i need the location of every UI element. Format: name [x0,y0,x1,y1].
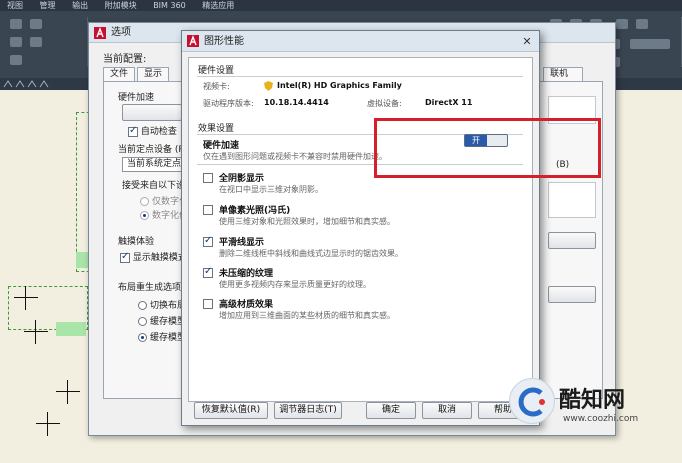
toolbar-icons[interactable] [2,79,82,89]
effect-checkbox[interactable] [203,266,213,278]
options-title: 选项 [111,27,131,38]
driver-label: 驱动程序版本: [203,99,254,108]
touch-mode-option[interactable]: 显示触摸模式 [120,250,187,263]
effect-desc: 删除二维线框中斜线和曲线式边显示时的锯齿效果。 [219,249,403,258]
menu-bar: 视图 管理 输出 附加模块 BIM 360 精选应用 [0,0,682,11]
autocad-logo-icon [94,27,106,39]
effect-checkbox[interactable] [203,235,213,247]
autocad-logo-icon [187,35,199,47]
watermark-logo [509,378,555,424]
ribbon-tool-icon[interactable] [10,37,22,47]
menu-item-featured[interactable]: 精选应用 [202,1,234,10]
graphics-performance-dialog: 图形性能 ✕ 硬件设置 视频卡: Intel(R) HD Graphics Fa… [181,30,540,426]
auto-check-option[interactable]: 自动检查 [128,124,177,137]
menu-item-manage[interactable]: 管理 [40,1,56,10]
effects-header: 效果设置 [198,124,235,134]
driver-value: 10.18.14.4414 [264,98,329,107]
effect-checkbox[interactable] [203,299,213,309]
divider [197,76,523,77]
virtual-device-value: DirectX 11 [425,98,473,107]
graphics-performance-button[interactable] [122,104,182,121]
virtual-device-label: 虚拟设备: [367,99,402,108]
shield-icon [264,81,273,91]
menu-item-view[interactable]: 视图 [7,1,23,10]
touch-mode-label: 显示触摸模式 [132,253,187,263]
effect-title: 高级材质效果 [219,300,274,310]
effect-checkbox[interactable] [203,173,213,183]
tab-online[interactable]: 联机 [543,67,583,81]
cancel-button[interactable]: 取消 [422,402,472,419]
touch-mode-checkbox[interactable] [120,251,130,263]
hw-accel-title: 硬件加速 [203,141,240,151]
menu-item-addins[interactable]: 附加模块 [105,1,137,10]
effect-desc: 在视口中显示三维对象阴影。 [219,185,323,194]
hw-accel-desc: 仅在遇到图形问题或视频卡不兼容时禁用硬件加速。 [203,152,387,161]
watermark-c-icon [518,387,545,417]
effect-desc: 使用更多视频内存来显示质量更好的纹理。 [219,280,371,289]
ok-button[interactable]: 确定 [366,402,416,419]
auto-check-label: 自动检查 [140,127,177,137]
crosshair-marker [24,320,48,344]
radio-cache-model[interactable]: 缓存模型 [138,314,186,327]
ribbon-tool-icon[interactable] [30,19,42,29]
ribbon-tool-icon[interactable] [616,19,628,29]
touch-group-label: 触摸体验 [118,237,155,247]
effect-checkbox[interactable] [203,205,213,215]
radio-cache-all-button[interactable] [138,333,147,342]
layout-regen-label: 布局重生成选项 [118,283,182,293]
ribbon-tool-icon[interactable] [10,19,22,29]
profile-label: 当前配置: [103,54,147,65]
crosshair-marker [36,412,60,436]
watermark-brand: 酷知网 [559,388,626,413]
effect-title: 平滑线显示 [219,238,265,248]
gp-titlebar[interactable]: 图形性能 ✕ [182,31,539,52]
radio-digitizer-mouse-button[interactable] [140,211,149,220]
ribbon-tool-icon[interactable] [636,19,648,29]
gp-title: 图形性能 [204,36,244,47]
menu-item-bim360[interactable]: BIM 360 [153,1,186,10]
pointing-device-dropdown[interactable]: 当前系统定点设 [122,157,186,172]
effect-desc: 使用三维对象和光照效果时，增加细节和真实感。 [219,217,395,226]
close-icon[interactable]: ✕ [521,36,533,48]
crosshair-marker [56,380,80,404]
right-panel-box [548,182,596,218]
selected-object-fill [56,322,86,336]
effect-title: 未压缩的纹理 [219,269,274,279]
radio-cache-all[interactable]: 缓存模型 [138,330,186,343]
hw-settings-header: 硬件设置 [198,66,235,76]
radio-digitizer-only-button[interactable] [140,197,149,206]
menu-item-output[interactable]: 输出 [72,1,88,10]
gp-content: 硬件设置 视频卡: Intel(R) HD Graphics Family 驱动… [188,57,533,402]
watermark-url: www.coozhi.com [563,414,639,424]
radio-switch-layout-button[interactable] [138,301,147,310]
video-card-value: Intel(R) HD Graphics Family [277,81,402,90]
ribbon-tool-icon[interactable] [30,37,42,47]
accept-input-label: 接受来自以下设 [122,181,186,191]
effect-desc: 增加应用到三维曲面的某些材质的细节和真实感。 [219,311,395,320]
restore-defaults-button[interactable]: 恢复默认值(R) [194,402,268,419]
right-panel-button[interactable] [548,232,596,249]
highlight-annotation [374,118,601,178]
auto-check-checkbox[interactable] [128,125,138,137]
tuner-log-button[interactable]: 调节器日志(T) [274,402,342,419]
ribbon-dropdown[interactable] [630,39,670,49]
right-panel-button[interactable] [548,286,596,303]
radio-cache-model-button[interactable] [138,317,147,326]
video-card-label: 视频卡: [203,82,230,91]
pointing-device-label: 当前定点设备 (P [118,145,184,155]
effect-title: 全阴影显示 [219,174,265,184]
hardware-group-label: 硬件加速 [118,93,155,103]
radio-switch-layout[interactable]: 切换布局 [138,298,186,311]
tab-display[interactable]: 显示 [137,67,169,81]
tab-files[interactable]: 文件 [103,67,135,81]
watermark: 酷知网 www.coozhi.com [509,374,677,432]
ribbon-tool-icon[interactable] [10,55,22,65]
crosshair-marker [14,286,38,310]
effect-title: 单像素光照(冯氏) [219,206,291,216]
